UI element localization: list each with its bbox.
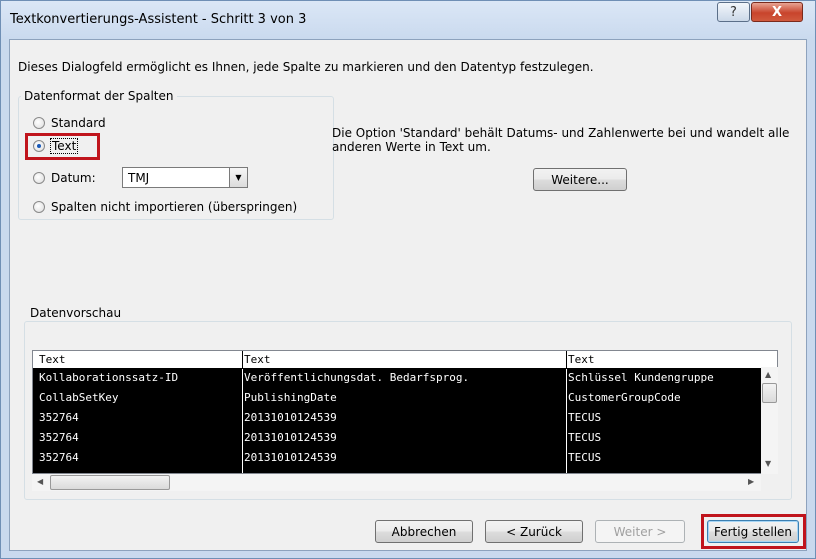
- preview-cell: TECUS: [568, 411, 602, 424]
- next-button[interactable]: Weiter >: [595, 520, 685, 543]
- preview-cell: PublishingDate: [244, 391, 337, 404]
- preview-cell: 352764: [39, 411, 79, 424]
- preview-cell: Schlüssel Kundengruppe: [568, 371, 714, 384]
- date-format-value: TMJ: [128, 171, 150, 185]
- radio-datum-button[interactable]: [33, 172, 45, 184]
- preview-column-divider: [566, 369, 567, 473]
- preview-cell: 20131010124539: [244, 411, 337, 424]
- scroll-right-icon[interactable]: ▶: [748, 477, 754, 486]
- preview-cell: 20131010124539: [244, 431, 337, 444]
- close-icon: X: [771, 4, 783, 20]
- preview-header-divider: [242, 351, 243, 368]
- vertical-scroll-thumb[interactable]: [762, 383, 777, 403]
- help-icon: ?: [730, 4, 737, 20]
- preview-group-label: Datenvorschau: [27, 306, 125, 320]
- horizontal-scroll-thumb[interactable]: [50, 475, 170, 490]
- vertical-scrollbar[interactable]: ▲ ▼: [761, 367, 778, 474]
- radio-standard-label: Standard: [51, 116, 106, 130]
- chevron-down-icon[interactable]: ▼: [229, 168, 247, 187]
- radio-standard[interactable]: Standard: [33, 116, 106, 130]
- back-button[interactable]: < Zurück: [485, 520, 583, 543]
- scroll-up-icon[interactable]: ▲: [765, 370, 771, 379]
- preview-body[interactable]: Kollaborationssatz-ID Veröffentlichungsd…: [33, 369, 763, 473]
- format-group-label: Datenformat der Spalten: [21, 89, 177, 103]
- preview-cell: CustomerGroupCode: [568, 391, 681, 404]
- radio-standard-button[interactable]: [33, 117, 45, 129]
- preview-column-divider: [242, 369, 243, 473]
- preview-cell: TECUS: [568, 451, 602, 464]
- preview-cell: 20131010124539: [244, 451, 337, 464]
- dialog-window: Textkonvertierungs-Assistent - Schritt 3…: [0, 0, 816, 559]
- preview-cell: 352764: [39, 431, 79, 444]
- radio-skip-button[interactable]: [33, 201, 45, 213]
- finish-button-highlight: [701, 514, 806, 549]
- dialog-description: Dieses Dialogfeld ermöglicht es Ihnen, j…: [18, 60, 594, 74]
- preview-header-cell[interactable]: Text: [244, 353, 564, 370]
- text-option-highlight: [25, 133, 100, 160]
- scroll-left-icon[interactable]: ◀: [37, 477, 43, 486]
- standard-info-text: Die Option 'Standard' behält Datums- und…: [332, 126, 790, 154]
- preview-cell: Kollaborationssatz-ID: [39, 371, 179, 384]
- radio-skip[interactable]: Spalten nicht importieren (überspringen): [33, 200, 297, 214]
- window-title: Textkonvertierungs-Assistent - Schritt 3…: [10, 12, 307, 27]
- dialog-client-area: Dieses Dialogfeld ermöglicht es Ihnen, j…: [9, 39, 807, 551]
- radio-datum[interactable]: Datum:: [33, 171, 96, 185]
- radio-datum-label: Datum:: [51, 171, 96, 185]
- cancel-button[interactable]: Abbrechen: [375, 520, 473, 543]
- date-format-select[interactable]: TMJ ▼: [122, 167, 248, 188]
- preview-header-cell[interactable]: Text: [568, 353, 763, 370]
- data-preview[interactable]: Text Text Text Kollaborationssatz-ID Ver…: [32, 350, 778, 474]
- preview-cell: CollabSetKey: [39, 391, 119, 404]
- horizontal-scrollbar[interactable]: ◀ ▶: [32, 474, 761, 491]
- radio-skip-label: Spalten nicht importieren (überspringen): [51, 200, 298, 214]
- preview-cell: 352764: [39, 451, 79, 464]
- close-button[interactable]: X: [751, 2, 803, 22]
- preview-header-cell[interactable]: Text: [39, 353, 235, 370]
- preview-cell: TECUS: [568, 431, 602, 444]
- help-button[interactable]: ?: [717, 2, 750, 22]
- title-bar[interactable]: Textkonvertierungs-Assistent - Schritt 3…: [1, 1, 815, 39]
- more-button[interactable]: Weitere...: [533, 168, 627, 191]
- scroll-down-icon[interactable]: ▼: [765, 459, 771, 468]
- preview-header-row: Text Text Text: [33, 351, 763, 369]
- preview-header-divider: [566, 351, 567, 368]
- preview-cell: Veröffentlichungsdat. Bedarfsprog.: [244, 371, 470, 384]
